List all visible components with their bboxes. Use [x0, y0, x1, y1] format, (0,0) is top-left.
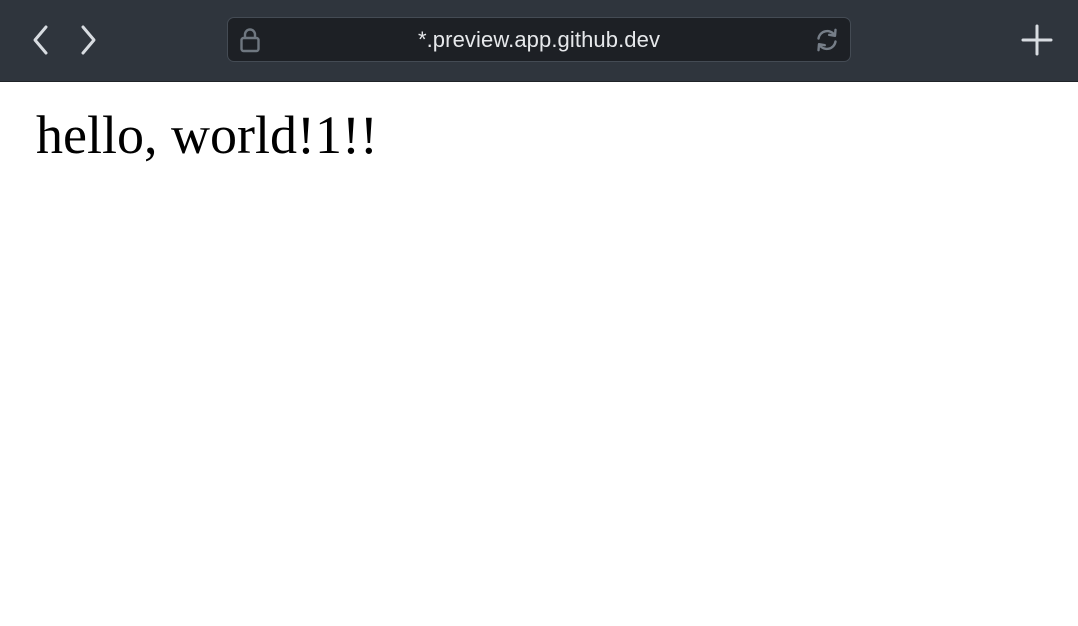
- url-text[interactable]: *.preview.app.github.dev: [288, 18, 790, 60]
- plus-icon: [1021, 24, 1053, 56]
- new-tab-button[interactable]: [1016, 20, 1058, 60]
- back-button[interactable]: [21, 20, 61, 60]
- browser-toolbar: *.preview.app.github.dev: [0, 0, 1078, 82]
- chevron-left-icon: [33, 25, 48, 55]
- forward-button[interactable]: [68, 20, 108, 60]
- chevron-right-icon: [81, 25, 96, 55]
- page-content: hello, world!1!!: [0, 82, 1078, 626]
- lock-icon: [240, 28, 260, 53]
- address-bar[interactable]: *.preview.app.github.dev: [227, 17, 851, 62]
- browser-window: *.preview.app.github.dev hello, world!1!…: [0, 0, 1078, 626]
- page-heading: hello, world!1!!: [36, 105, 378, 165]
- reload-icon[interactable]: [813, 26, 841, 54]
